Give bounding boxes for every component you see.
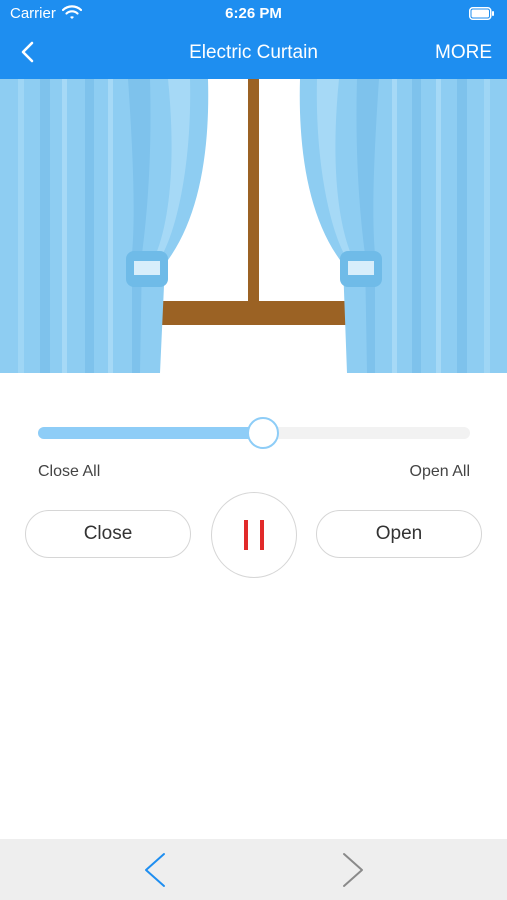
open-button[interactable]: Open [316,510,482,558]
top-bar: Carrier 6:26 PM Electric Curtain MORE [0,0,507,79]
close-button[interactable]: Close [25,510,191,558]
curtain-position-slider[interactable] [38,417,470,449]
window-frame-vertical [248,79,259,309]
slider-max-label: Open All [409,463,470,480]
status-bar: Carrier 6:26 PM [0,0,507,28]
page-title: Electric Curtain [189,42,318,63]
window-frame-horizontal [160,301,350,325]
status-time: 6:26 PM [225,5,282,22]
previous-button[interactable] [140,851,172,889]
bottom-bar [0,839,507,900]
curtain-illustration [0,79,507,373]
more-button[interactable]: MORE [435,42,492,64]
chevron-right-icon [343,853,363,887]
slider-thumb[interactable] [246,417,279,449]
chevron-left-icon [145,853,165,887]
slider-min-label: Close All [38,463,101,480]
pause-button[interactable] [211,492,297,578]
battery-icon [469,7,495,24]
curtain-graphic [0,79,507,373]
next-button[interactable] [336,851,368,889]
slider-fill [38,427,263,439]
